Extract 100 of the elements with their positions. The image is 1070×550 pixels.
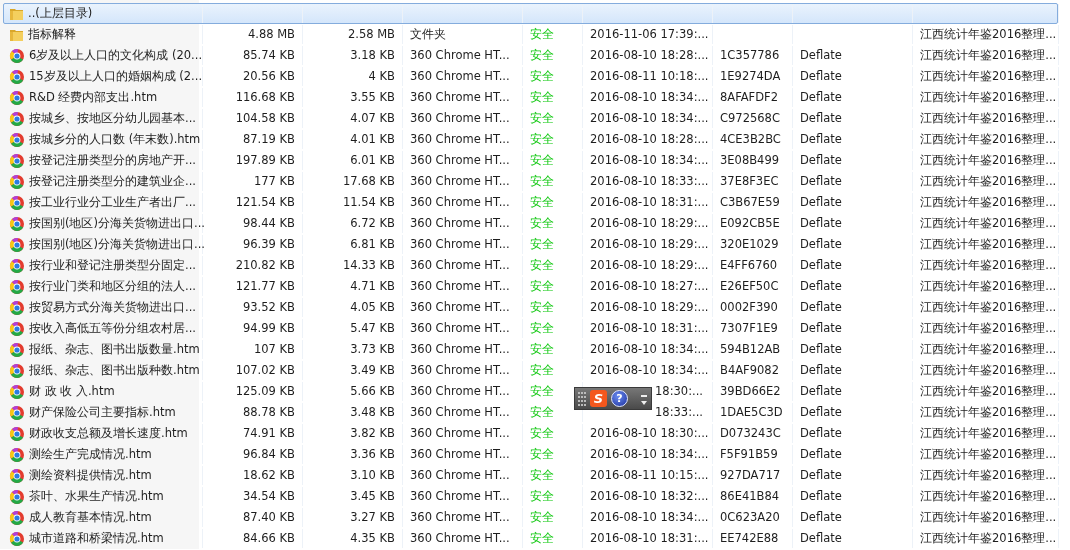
file-row[interactable]: R&D 经费内部支出.htm 116.68 KB 3.55 KB 360 Chrome HT... 安全 2016-08-10 18:34:... 8AFAFDF2 Deflate 江西统计年鉴2016整理... xyxy=(3,87,1058,108)
table-cell: 安全 xyxy=(523,130,583,149)
table-cell: 88.78 KB xyxy=(203,403,303,422)
table-cell: 360 Chrome HT... xyxy=(403,193,523,212)
table-cell: 2016-08-11 10:18:... xyxy=(583,67,713,86)
file-row[interactable]: 6岁及以上人口的文化构成 (20... 85.74 KB 3.18 KB 360 Chrome HT... 安全 2016-08-10 18:28:... 1C357786 Deflate 江西统计年鉴2016整理... xyxy=(3,45,1058,66)
table-cell: Deflate xyxy=(793,109,913,128)
file-name: 按登记注册类型分的建筑业企... xyxy=(29,172,196,190)
table-cell: 1C357786 xyxy=(713,46,793,65)
table-cell: 江西统计年鉴2016整理... xyxy=(913,109,1059,128)
table-cell: 江西统计年鉴2016整理... xyxy=(913,256,1059,275)
table-cell: 江西统计年鉴2016整理... xyxy=(913,67,1059,86)
file-row[interactable]: 按登记注册类型分的建筑业企... 177 KB 17.68 KB 360 Chrome HT... 安全 2016-08-10 18:33:... 37E8F3EC Deflate 江西统计年鉴2016整理... xyxy=(3,171,1058,192)
file-name: 按行业和登记注册类型分固定... xyxy=(29,256,196,274)
table-cell: 86E41B84 xyxy=(713,487,793,506)
table-cell: 4.07 KB xyxy=(303,109,403,128)
table-cell: 360 Chrome HT... xyxy=(403,361,523,380)
browser-file-icon xyxy=(9,446,25,463)
table-cell: Deflate xyxy=(793,445,913,464)
file-row[interactable]: 按国别(地区)分海关货物进出口... 96.39 KB 6.81 KB 360 Chrome HT... 安全 2016-08-10 18:29:... 320E1029 Deflate 江西统计年鉴2016整理... xyxy=(3,234,1058,255)
file-name: 指标解释 xyxy=(28,25,76,43)
table-cell: 121.77 KB xyxy=(203,277,303,296)
browser-file-icon xyxy=(9,68,25,85)
table-cell: 39BD66E2 xyxy=(713,382,793,401)
file-row[interactable]: 城市道路和桥梁情况.htm 84.66 KB 4.35 KB 360 Chrome HT... 安全 2016-08-10 18:31:... EE742E88 Deflate 江西统计年鉴2016整理... xyxy=(3,528,1058,549)
file-name: R&D 经费内部支出.htm xyxy=(29,88,158,106)
file-row[interactable]: 按行业门类和地区分组的法人... 121.77 KB 4.71 KB 360 Chrome HT... 安全 2016-08-10 18:27:... E26EF50C Deflate 江西统计年鉴2016整理... xyxy=(3,276,1058,297)
file-row[interactable]: 按登记注册类型分的房地产开... 197.89 KB 6.01 KB 360 Chrome HT... 安全 2016-08-10 18:34:... 3E08B499 Deflate 江西统计年鉴2016整理... xyxy=(3,150,1058,171)
file-row[interactable]: 指标解释 4.88 MB 2.58 MB 文件夹 安全 2016-11-06 17:39:... 江西统计年鉴2016整理... xyxy=(3,24,1058,45)
file-row[interactable]: 报纸、杂志、图书出版种数.htm 107.02 KB 3.49 KB 360 Chrome HT... 安全 2016-08-10 18:34:... B4AF9082 Deflate 江西统计年鉴2016整理... xyxy=(3,360,1058,381)
file-row[interactable]: 按国别(地区)分海关货物进出口... 98.44 KB 6.72 KB 360 Chrome HT... 安全 2016-08-10 18:29:... E092CB5E Deflate 江西统计年鉴2016整理... xyxy=(3,213,1058,234)
table-cell: 4.88 MB xyxy=(203,25,303,44)
table-cell: 江西统计年鉴2016整理... xyxy=(913,403,1059,422)
table-cell: Deflate xyxy=(793,487,913,506)
grip-icon xyxy=(578,390,586,407)
file-name: 报纸、杂志、图书出版种数.htm xyxy=(29,361,200,379)
browser-file-icon xyxy=(9,236,25,253)
file-name: 按收入高低五等份分组农村居... xyxy=(29,319,196,337)
table-cell: 98.44 KB xyxy=(203,214,303,233)
table-cell: 4 KB xyxy=(303,67,403,86)
file-row[interactable]: 测绘生产完成情况.htm 96.84 KB 3.36 KB 360 Chrome HT... 安全 2016-08-10 18:34:... F5F91B59 Deflate 江西统计年鉴2016整理... xyxy=(3,444,1058,465)
table-cell: 360 Chrome HT... xyxy=(403,88,523,107)
file-row[interactable]: 按城乡分的人口数 (年末数).htm 87.19 KB 4.01 KB 360 Chrome HT... 安全 2016-08-10 18:28:... 4CE3B2BC Deflate 江西统计年鉴2016整理... xyxy=(3,129,1058,150)
browser-file-icon xyxy=(9,47,25,64)
file-row[interactable]: 财政收支总额及增长速度.htm 74.91 KB 3.82 KB 360 Chrome HT... 安全 2016-08-10 18:30:... D073243C Deflate 江西统计年鉴2016整理... xyxy=(3,423,1058,444)
table-cell: 安全 xyxy=(523,445,583,464)
browser-file-icon xyxy=(9,530,25,547)
file-row[interactable]: 15岁及以上人口的婚姻构成 (2... 20.56 KB 4 KB 360 Chrome HT... 安全 2016-08-11 10:18:... 1E9274DA Deflate 江西统计年鉴2016整理... xyxy=(3,66,1058,87)
table-cell: 3.18 KB xyxy=(303,46,403,65)
table-cell: 2016-08-10 18:34:... xyxy=(583,88,713,107)
help-button[interactable]: ? xyxy=(611,390,628,407)
table-cell: 3.49 KB xyxy=(303,361,403,380)
table-cell: 江西统计年鉴2016整理... xyxy=(913,193,1059,212)
file-name: 按国别(地区)分海关货物进出口... xyxy=(29,235,205,253)
table-cell: 360 Chrome HT... xyxy=(403,277,523,296)
table-cell: 2016-08-10 18:34:... xyxy=(583,109,713,128)
table-cell: 360 Chrome HT... xyxy=(403,487,523,506)
browser-file-icon xyxy=(9,488,25,505)
table-cell: 104.58 KB xyxy=(203,109,303,128)
table-cell: 197.89 KB xyxy=(203,151,303,170)
file-row[interactable]: ..(上层目录) xyxy=(3,3,1058,24)
file-row[interactable]: 按城乡、按地区分幼儿园基本... 104.58 KB 4.07 KB 360 Chrome HT... 安全 2016-08-10 18:34:... C972568C Deflate 江西统计年鉴2016整理... xyxy=(3,108,1058,129)
file-name: 6岁及以上人口的文化构成 (20... xyxy=(29,46,203,64)
browser-file-icon xyxy=(9,425,25,442)
table-cell: 2016-08-10 18:33:... xyxy=(583,172,713,191)
file-row[interactable]: 茶叶、水果生产情况.htm 34.54 KB 3.45 KB 360 Chrome HT... 安全 2016-08-10 18:32:... 86E41B84 Deflate 江西统计年鉴2016整理... xyxy=(3,486,1058,507)
table-cell: 360 Chrome HT... xyxy=(403,235,523,254)
table-cell: 安全 xyxy=(523,46,583,65)
browser-file-icon xyxy=(9,404,25,421)
caret-icon xyxy=(640,398,648,407)
table-cell: 107 KB xyxy=(203,340,303,359)
table-cell: B4AF9082 xyxy=(713,361,793,380)
file-row[interactable]: 按收入高低五等份分组农村居... 94.99 KB 5.47 KB 360 Chrome HT... 安全 2016-08-10 18:31:... 7307F1E9 Deflate 江西统计年鉴2016整理... xyxy=(3,318,1058,339)
table-cell: Deflate xyxy=(793,193,913,212)
file-name: 按城乡、按地区分幼儿园基本... xyxy=(29,109,196,127)
folder-icon xyxy=(9,27,24,42)
table-cell: 2.58 MB xyxy=(303,25,403,44)
table-cell: Deflate xyxy=(793,46,913,65)
file-row[interactable]: 按贸易方式分海关货物进出口... 93.52 KB 4.05 KB 360 Chrome HT... 安全 2016-08-10 18:29:... 0002F390 Deflate 江西统计年鉴2016整理... xyxy=(3,297,1058,318)
table-cell: 360 Chrome HT... xyxy=(403,508,523,527)
file-row[interactable]: 按行业和登记注册类型分固定... 210.82 KB 14.33 KB 360 Chrome HT... 安全 2016-08-10 18:29:... E4FF6760 Deflate 江西统计年鉴2016整理... xyxy=(3,255,1058,276)
table-cell: Deflate xyxy=(793,424,913,443)
table-cell: 360 Chrome HT... xyxy=(403,151,523,170)
browser-file-icon xyxy=(9,362,25,379)
table-cell: 96.39 KB xyxy=(203,235,303,254)
table-cell: Deflate xyxy=(793,319,913,338)
file-row[interactable]: 报纸、杂志、图书出版数量.htm 107 KB 3.73 KB 360 Chrome HT... 安全 2016-08-10 18:34:... 594B12AB Deflate 江西统计年鉴2016整理... xyxy=(3,339,1058,360)
file-row[interactable]: 测绘资料提供情况.htm 18.62 KB 3.10 KB 360 Chrome HT... 安全 2016-08-11 10:15:... 927DA717 Deflate 江西统计年鉴2016整理... xyxy=(3,465,1058,486)
table-cell: 360 Chrome HT... xyxy=(403,529,523,548)
file-row[interactable]: 按工业行业分工业生产者出厂... 121.54 KB 11.54 KB 360 Chrome HT... 安全 2016-08-10 18:31:... C3B67E59 Deflate 江西统计年鉴2016整理... xyxy=(3,192,1058,213)
file-row[interactable]: 成人教育基本情况.htm 87.40 KB 3.27 KB 360 Chrome HT... 安全 2016-08-10 18:34:... 0C623A20 Deflate 江西统计年鉴2016整理... xyxy=(3,507,1058,528)
table-cell: 3.73 KB xyxy=(303,340,403,359)
table-cell: 360 Chrome HT... xyxy=(403,214,523,233)
table-cell: Deflate xyxy=(793,151,913,170)
table-cell: 177 KB xyxy=(203,172,303,191)
table-cell: 安全 xyxy=(523,235,583,254)
browser-file-icon xyxy=(9,89,25,106)
table-cell: 2016-08-10 18:30:... xyxy=(583,424,713,443)
table-cell: 8AFAFDF2 xyxy=(713,88,793,107)
table-cell: 18.62 KB xyxy=(203,466,303,485)
